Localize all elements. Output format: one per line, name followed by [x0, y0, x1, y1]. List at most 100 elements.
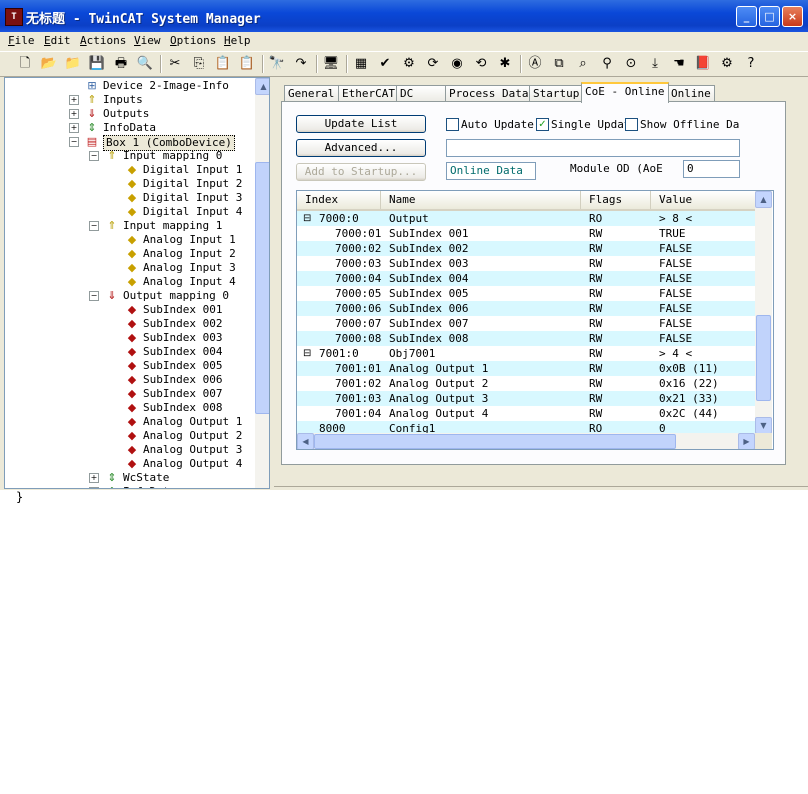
force-icon[interactable]: ⤓ [646, 55, 664, 73]
table-row[interactable]: 7000:06 SubIndex 006 RW FALSE [297, 301, 755, 316]
print-preview-icon[interactable]: 🔍 [136, 55, 154, 73]
table-row[interactable]: ⊟ 7000:0 Output RO > 8 < [297, 211, 755, 226]
add-to-startup-button[interactable]: Add to Startup... [296, 163, 426, 181]
menu-file[interactable]: File [8, 34, 35, 47]
tree-item[interactable]: Analog Input 3 [143, 261, 236, 275]
tree-item[interactable]: Analog Output 3 [143, 443, 242, 457]
tree-item[interactable]: SubIndex 002 [143, 317, 222, 331]
scroll-down-icon[interactable]: ▼ [755, 417, 772, 434]
splitter-bar[interactable] [274, 486, 808, 490]
tree-item[interactable]: Digital Input 3 [143, 191, 242, 205]
collapse-icon[interactable]: ⊟ [303, 346, 311, 361]
tree-item[interactable]: Digital Input 2 [143, 177, 242, 191]
tree-item[interactable]: InfoData [103, 121, 156, 135]
target-system-icon[interactable]: 🖥 [322, 55, 340, 73]
expand-icon[interactable]: + [89, 487, 99, 488]
scroll-up-icon[interactable]: ▲ [755, 191, 772, 208]
online-data-field[interactable]: Online Data [446, 162, 536, 180]
save-icon[interactable]: 💾 [88, 55, 106, 73]
column-header-flags[interactable]: Flags [581, 191, 651, 209]
show-variables-icon[interactable]: ⧉ [550, 55, 568, 73]
table-row[interactable]: 7000:03 SubIndex 003 RW FALSE [297, 256, 755, 271]
tree-item[interactable]: Analog Input 2 [143, 247, 236, 261]
scroll-up-icon[interactable]: ▲ [255, 78, 269, 95]
coe-object-list[interactable]: Index Name Flags Value ⊟ 7000:0 Output RO > … [296, 190, 774, 450]
find-icon[interactable]: 🔭 [268, 55, 286, 73]
find-next-icon[interactable]: ↷ [292, 55, 310, 73]
cut-icon[interactable]: ✂ [166, 55, 184, 73]
column-header-index[interactable]: Index [297, 191, 381, 209]
auto-update-checkbox[interactable] [446, 118, 459, 131]
open-icon[interactable]: 📂 [40, 55, 58, 73]
tree-item[interactable]: Device 2-Image-Info [103, 79, 229, 93]
collapse-icon[interactable]: − [89, 291, 99, 301]
book-icon[interactable]: 📕 [694, 55, 712, 73]
tree-item[interactable]: Analog Output 2 [143, 429, 242, 443]
expand-icon[interactable]: + [69, 109, 79, 119]
module-od-field[interactable]: 0 [683, 160, 740, 178]
tree-vertical-scrollbar[interactable]: ▲ [255, 78, 269, 488]
search-field[interactable] [446, 139, 740, 157]
tree-item[interactable]: SubIndex 004 [143, 345, 222, 359]
column-header-name[interactable]: Name [381, 191, 581, 209]
paste-with-links-icon[interactable]: 📋 [238, 55, 256, 73]
tab-dc[interactable]: DC [396, 85, 447, 101]
tree-item[interactable]: SubIndex 007 [143, 387, 222, 401]
tree-item[interactable]: InfoData [123, 485, 176, 488]
expand-icon[interactable]: + [69, 123, 79, 133]
single-update-checkbox[interactable]: ✓ [536, 118, 549, 131]
set-config-mode-icon[interactable]: ⟲ [472, 55, 490, 73]
collapse-icon[interactable]: − [89, 221, 99, 231]
menu-actions[interactable]: Actions [80, 34, 126, 47]
maximize-button[interactable]: □ [759, 6, 780, 27]
table-row[interactable]: 7000:05 SubIndex 005 RW FALSE [297, 286, 755, 301]
tree-item[interactable]: Inputs [103, 93, 143, 107]
table-row[interactable]: 7001:04 Analog Output 4 RW 0x2C (44) [297, 406, 755, 421]
tab-online[interactable]: Online [667, 85, 715, 101]
table-row[interactable]: 7000:08 SubIndex 008 RW FALSE [297, 331, 755, 346]
check-configuration-icon[interactable]: ✔ [376, 55, 394, 73]
update-list-button[interactable]: Update List [296, 115, 426, 133]
tree-item[interactable]: Analog Output 4 [143, 457, 242, 471]
scroll-right-icon[interactable]: ▶ [738, 433, 755, 449]
tree-item[interactable]: SubIndex 005 [143, 359, 222, 373]
scroll-left-icon[interactable]: ◀ [297, 433, 314, 449]
zoom-icon[interactable]: ⌕ [574, 55, 592, 73]
collapse-icon[interactable]: − [69, 137, 79, 147]
close-button[interactable]: × [782, 6, 803, 27]
generate-mappings-icon[interactable]: ▦ [352, 55, 370, 73]
tree-item[interactable]: Digital Input 4 [143, 205, 242, 219]
new-icon[interactable]: 🗋 [16, 55, 34, 73]
toggle-online-icon[interactable]: Ⓐ [526, 55, 544, 73]
tree-item[interactable]: Analog Input 4 [143, 275, 236, 289]
tree-item[interactable]: WcState [123, 471, 169, 485]
tree-item[interactable]: Input mapping 1 [123, 219, 222, 233]
list-vertical-scrollbar[interactable]: ▲ ▼ [755, 191, 772, 434]
free-run-icon[interactable]: ⚲ [598, 55, 616, 73]
tree-item[interactable]: SubIndex 001 [143, 303, 222, 317]
tree-item[interactable]: Outputs [103, 107, 149, 121]
restart-icon[interactable]: ⟳ [424, 55, 442, 73]
tree-item[interactable]: Analog Output 1 [143, 415, 242, 429]
tree-item[interactable]: SubIndex 008 [143, 401, 222, 415]
tab-ethercat[interactable]: EtherCAT [338, 85, 398, 101]
set-free-run-icon[interactable]: ◉ [448, 55, 466, 73]
expand-icon[interactable]: + [89, 473, 99, 483]
advanced-button[interactable]: Advanced... [296, 139, 426, 157]
table-row[interactable]: ⊟ 7001:0 Obj7001 RW > 4 < [297, 346, 755, 361]
list-horizontal-scrollbar[interactable]: ◀ ▶ [297, 433, 755, 449]
twincat-app-icon[interactable]: T [5, 8, 23, 26]
paste-icon[interactable]: 📋 [214, 55, 232, 73]
table-row[interactable]: 7000:04 SubIndex 004 RW FALSE [297, 271, 755, 286]
table-row[interactable]: 7000:02 SubIndex 002 RW FALSE [297, 241, 755, 256]
open-folder-icon[interactable]: 📁 [64, 55, 82, 73]
tree-item[interactable]: Input mapping 0 [123, 149, 222, 163]
table-row[interactable]: 7000:01 SubIndex 001 RW TRUE [297, 226, 755, 241]
menu-help[interactable]: Help [224, 34, 251, 47]
column-header-value[interactable]: Value [651, 191, 755, 209]
help-icon[interactable]: ? [742, 55, 760, 73]
show-offline-checkbox[interactable] [625, 118, 638, 131]
tab-startup[interactable]: Startup [529, 85, 583, 101]
menu-edit[interactable]: Edit [44, 34, 71, 47]
view-online-icon[interactable]: ⊙ [622, 55, 640, 73]
